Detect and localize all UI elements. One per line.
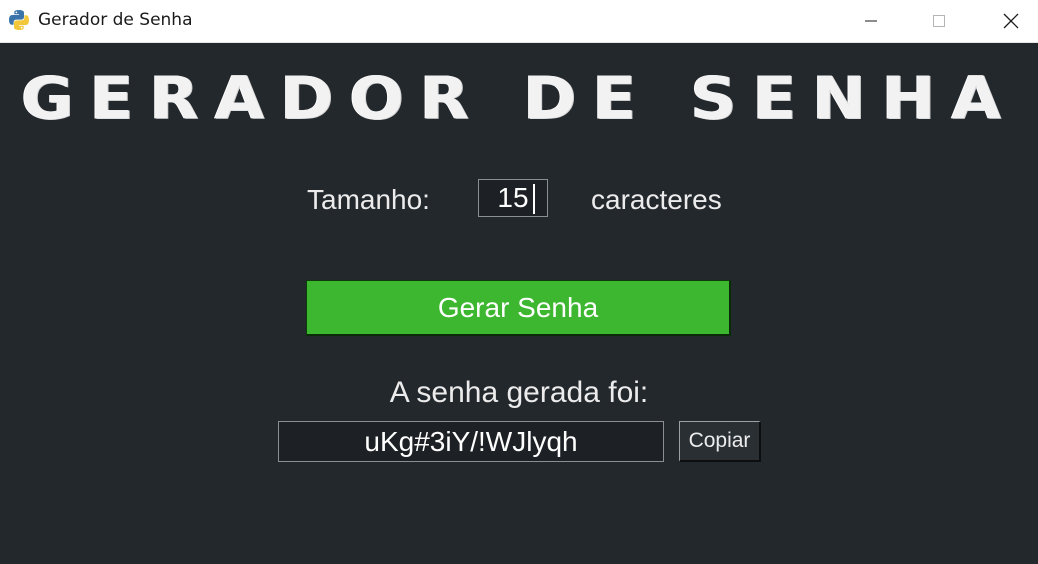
- python-icon: [9, 10, 29, 30]
- window-title: Gerador de Senha: [38, 10, 193, 30]
- size-label: Tamanho:: [307, 184, 430, 215]
- size-unit-label: caracteres: [591, 184, 722, 215]
- title-bar[interactable]: Gerador de Senha: [0, 0, 1038, 43]
- copy-button[interactable]: Copiar: [679, 421, 761, 462]
- page-title: GERADOR DE SENHA: [21, 64, 1017, 134]
- maximize-button[interactable]: [916, 0, 962, 42]
- result-label: A senha gerada foi:: [389, 376, 649, 409]
- size-input[interactable]: [478, 179, 548, 217]
- close-button[interactable]: [988, 0, 1034, 42]
- generate-password-button[interactable]: Gerar Senha: [306, 280, 731, 336]
- app-window: Gerador de Senha GERADOR DE SENHA Tamanh…: [0, 0, 1038, 564]
- password-output[interactable]: uKg#3iY/!WJlyqh: [278, 421, 664, 462]
- text-caret: [533, 184, 535, 214]
- close-icon: [1003, 13, 1019, 29]
- minimize-icon: [865, 20, 877, 22]
- minimize-button[interactable]: [848, 0, 894, 42]
- maximize-icon: [933, 15, 945, 27]
